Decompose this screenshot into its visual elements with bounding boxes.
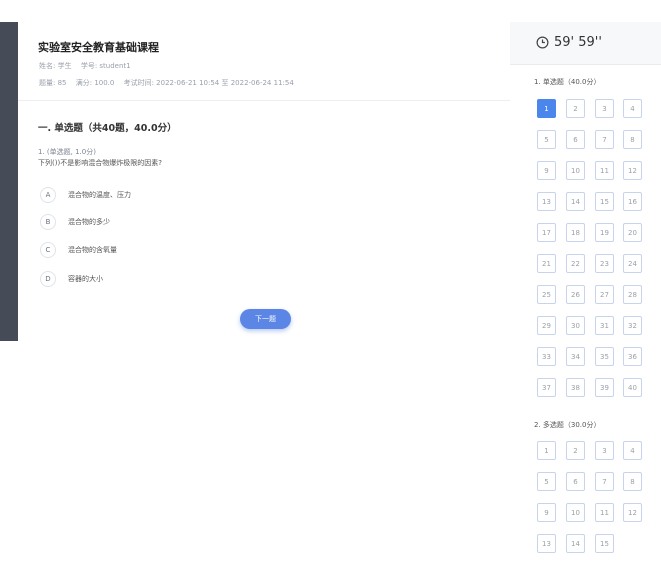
exam-time: 考试时间: 2022-06-21 10:54 至 2022-06-24 11:5… [123,79,294,87]
question-number-button[interactable]: 7 [595,472,614,491]
section-title: 一. 单选题（共40题，40.0分） [38,123,177,134]
question-number-button[interactable]: 11 [595,503,614,522]
question-number-button[interactable]: 12 [623,503,642,522]
option-text: 容器的大小 [68,275,103,283]
question-number-button[interactable]: 30 [566,316,585,335]
question-number-button[interactable]: 5 [537,472,556,491]
question-number-button[interactable]: 6 [566,130,585,149]
option-letter: B [40,214,56,230]
question-number-button[interactable]: 18 [566,223,585,242]
option-c[interactable]: C 混合物的含氧量 [40,241,117,259]
question-number-button[interactable]: 12 [623,161,642,180]
question-number-button[interactable]: 2 [566,99,585,118]
question-number-button[interactable]: 36 [623,347,642,366]
student-id: 学号: student1 [80,62,131,70]
question-number-button[interactable]: 13 [537,192,556,211]
option-text: 混合物的温度、压力 [68,191,131,199]
question-number-button[interactable]: 9 [537,161,556,180]
question-number-button[interactable]: 10 [566,161,585,180]
question-number-button[interactable]: 35 [595,347,614,366]
question-number-button[interactable]: 21 [537,254,556,273]
question-number-button[interactable]: 19 [595,223,614,242]
option-text: 混合物的含氧量 [68,246,117,254]
question-number-button[interactable]: 37 [537,378,556,397]
question-number-button[interactable]: 8 [623,472,642,491]
question-number-button[interactable]: 29 [537,316,556,335]
clock-icon [536,36,549,49]
question-number-button[interactable]: 32 [623,316,642,335]
question-number-button[interactable]: 33 [537,347,556,366]
question-number-button[interactable]: 40 [623,378,642,397]
full-score: 满分: 100.0 [75,79,115,87]
option-letter: A [40,187,56,203]
question-number-button[interactable]: 6 [566,472,585,491]
question-number-button[interactable]: 4 [623,441,642,460]
question-number-button[interactable]: 9 [537,503,556,522]
question-number-button[interactable]: 10 [566,503,585,522]
question-number-button[interactable]: 11 [595,161,614,180]
question-type: 1. (单选题, 1.0分) [38,148,96,156]
question-number-button[interactable]: 1 [537,99,556,118]
question-number-button[interactable]: 13 [537,534,556,553]
student-name: 姓名: 学生 [39,62,72,70]
question-number-button[interactable]: 15 [595,192,614,211]
question-group-title: 1. 单选题（40.0分） [534,78,601,86]
question-number-button[interactable]: 5 [537,130,556,149]
option-letter: D [40,271,56,287]
question-number-button[interactable]: 16 [623,192,642,211]
question-number-button[interactable]: 31 [595,316,614,335]
question-number-button[interactable]: 3 [595,441,614,460]
question-number-button[interactable]: 14 [566,192,585,211]
left-sidebar-strip [0,0,18,341]
question-number-button[interactable]: 4 [623,99,642,118]
question-number-button[interactable]: 8 [623,130,642,149]
question-number-button[interactable]: 24 [623,254,642,273]
question-number-button[interactable]: 27 [595,285,614,304]
option-letter: C [40,242,56,258]
question-number-button[interactable]: 34 [566,347,585,366]
timer-text: 59' 59'' [554,35,602,50]
question-number-button[interactable]: 22 [566,254,585,273]
question-number-button[interactable]: 25 [537,285,556,304]
question-number-button[interactable]: 3 [595,99,614,118]
answer-card-panel: 59' 59'' 1. 单选题（40.0分） 1 2 3 4 5 6 7 8 9 10 11 12 13 1… [510,22,661,566]
question-grid: 1. 单选题（40.0分） 1 2 3 4 5 6 7 8 9 10 11 12 13 14 15 16 17 18… [510,65,661,566]
question-number-button[interactable]: 15 [595,534,614,553]
timer: 59' 59'' [510,22,661,65]
question-group-title: 2. 多选题（30.0分） [534,421,601,429]
exam-info: 题量: 85 满分: 100.0 考试时间: 2022-06-21 10:54 … [39,78,301,88]
question-number-button[interactable]: 7 [595,130,614,149]
question-number-button[interactable]: 1 [537,441,556,460]
question-number-button[interactable]: 14 [566,534,585,553]
student-info: 姓名: 学生 学号: student1 [39,61,138,71]
question-number-button[interactable]: 26 [566,285,585,304]
question-number-button[interactable]: 23 [595,254,614,273]
question-number-button[interactable]: 2 [566,441,585,460]
question-number-button[interactable]: 39 [595,378,614,397]
question-number-button[interactable]: 28 [623,285,642,304]
option-d[interactable]: D 容器的大小 [40,270,103,288]
option-text: 混合物的多少 [68,218,110,226]
option-b[interactable]: B 混合物的多少 [40,213,110,231]
question-count: 题量: 85 [39,79,67,87]
next-question-button[interactable]: 下一题 [240,309,291,329]
question-text: 下列())不是影响混合物爆炸极限的因素? [38,159,162,167]
course-title: 实验室安全教育基础课程 [38,41,159,54]
question-number-button[interactable]: 17 [537,223,556,242]
exam-header: 实验室安全教育基础课程 姓名: 学生 学号: student1 题量: 85 满… [18,22,510,101]
exam-main-panel: 实验室安全教育基础课程 姓名: 学生 学号: student1 题量: 85 满… [18,22,510,566]
option-a[interactable]: A 混合物的温度、压力 [40,186,131,204]
left-strip-gap [0,0,18,22]
question-number-button[interactable]: 20 [623,223,642,242]
question-number-button[interactable]: 38 [566,378,585,397]
